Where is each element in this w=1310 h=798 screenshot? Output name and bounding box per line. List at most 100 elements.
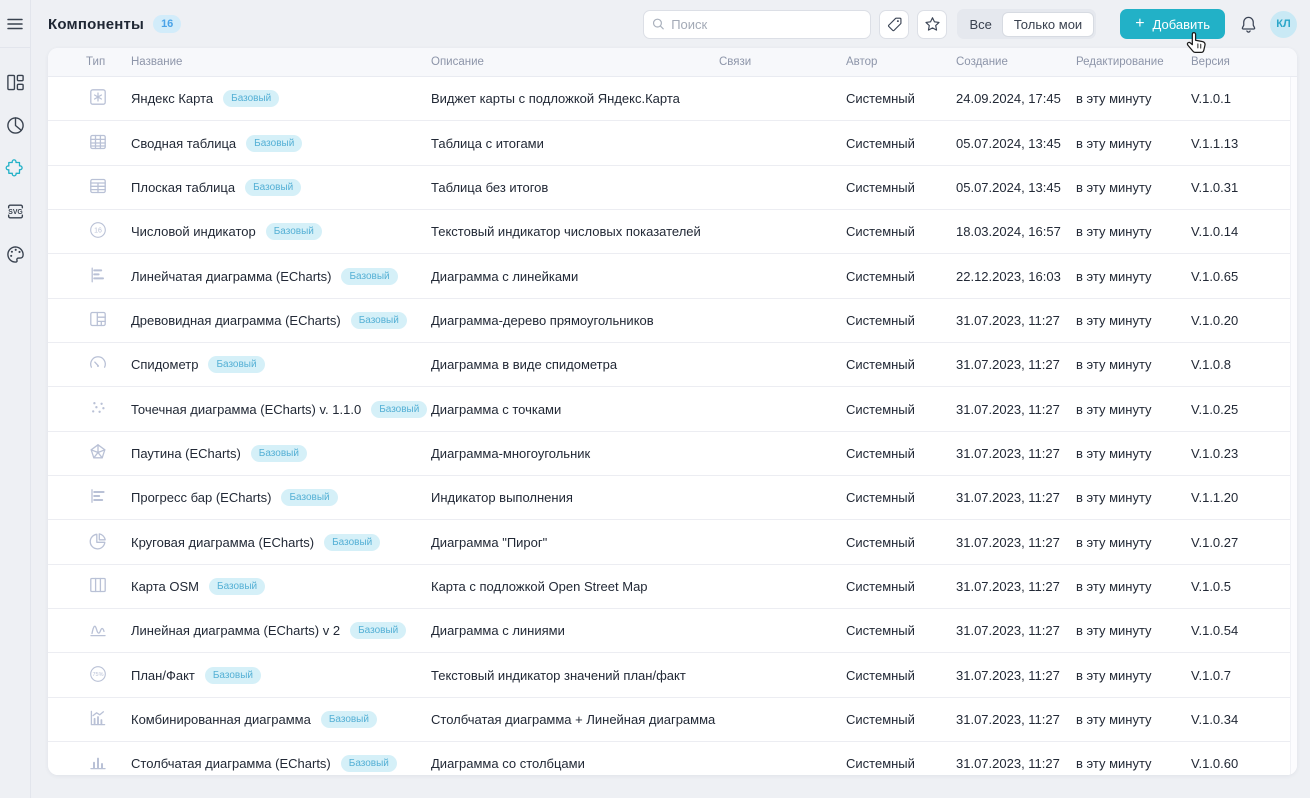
puzzle-icon[interactable] — [4, 157, 26, 179]
sidebar-divider — [0, 47, 31, 48]
component-type-cell — [48, 353, 131, 376]
component-version: V.1.0.60 — [1191, 756, 1297, 771]
table-row[interactable]: Плоская таблицаБазовыйТаблица без итогов… — [48, 166, 1297, 210]
component-badge: Базовый — [341, 268, 397, 285]
table-row[interactable]: Древовидная диаграмма (ECharts)БазовыйДи… — [48, 299, 1297, 343]
table-row[interactable]: Точечная диаграмма (ECharts) v. 1.1.0Баз… — [48, 387, 1297, 431]
component-name: Яндекс Карта — [131, 91, 213, 106]
component-author: Системный — [846, 224, 956, 239]
component-version: V.1.0.25 — [1191, 402, 1297, 417]
component-badge: Базовый — [341, 755, 397, 772]
components-table-card: ТипНазваниеОписаниеСвязиАвторСозданиеРед… — [48, 48, 1297, 775]
add-button-label: Добавить — [1153, 17, 1210, 32]
notifications-button[interactable] — [1239, 15, 1258, 34]
component-description: Текстовый индикатор числовых показателей — [431, 224, 719, 239]
component-type-cell: 75% — [48, 664, 131, 687]
pie-chart-icon[interactable] — [4, 114, 26, 136]
table-row[interactable]: СпидометрБазовыйДиаграмма в виде спидоме… — [48, 343, 1297, 387]
component-version: V.1.0.65 — [1191, 269, 1297, 284]
filter-all-button[interactable]: Все — [959, 13, 1001, 36]
tags-filter-button[interactable] — [879, 10, 909, 39]
table-row[interactable]: Круговая диаграмма (ECharts)БазовыйДиагр… — [48, 520, 1297, 564]
component-created: 31.07.2023, 11:27 — [956, 756, 1076, 771]
component-name: Точечная диаграмма (ECharts) v. 1.1.0 — [131, 402, 361, 417]
search-input[interactable] — [671, 17, 862, 32]
component-name-cell: Линейная диаграмма (ECharts) v 2Базовый — [131, 622, 431, 639]
component-badge: Базовый — [205, 667, 261, 684]
search-icon — [652, 17, 665, 31]
pie-slice-icon — [88, 531, 108, 554]
yandex-map-icon — [88, 87, 108, 110]
component-type-cell — [48, 619, 131, 642]
component-author: Системный — [846, 91, 956, 106]
bar-horizontal-icon — [88, 265, 108, 288]
component-version: V.1.0.31 — [1191, 180, 1297, 195]
component-name: Столбчатая диаграмма (ECharts) — [131, 756, 331, 771]
component-description: Диаграмма-дерево прямоугольников — [431, 313, 719, 328]
table-row[interactable]: Линейная диаграмма (ECharts) v 2БазовыйД… — [48, 609, 1297, 653]
column-header-1: Название — [131, 56, 431, 68]
component-created: 31.07.2023, 11:27 — [956, 712, 1076, 727]
column-header-0: Тип — [48, 56, 131, 68]
table-row[interactable]: 16Числовой индикаторБазовыйТекстовый инд… — [48, 210, 1297, 254]
component-version: V.1.1.13 — [1191, 136, 1297, 151]
component-name: Круговая диаграмма (ECharts) — [131, 535, 314, 550]
table-row[interactable]: 75%План/ФактБазовыйТекстовый индикатор з… — [48, 653, 1297, 697]
component-description: Виджет карты с подложкой Яндекс.Карта — [431, 91, 719, 106]
component-name: Плоская таблица — [131, 180, 235, 195]
column-chart-icon — [88, 752, 108, 775]
menu-toggle-button[interactable] — [6, 13, 24, 35]
component-author: Системный — [846, 136, 956, 151]
combo-chart-icon — [88, 708, 108, 731]
radar-icon — [88, 442, 108, 465]
vertical-scrollbar[interactable] — [1290, 77, 1297, 775]
svg-library-icon[interactable]: SVG — [4, 200, 26, 222]
sidebar: SVG — [0, 0, 31, 798]
plan-fact-icon: 75% — [88, 664, 108, 687]
column-header-2: Описание — [431, 56, 719, 68]
component-edited: в эту минуту — [1076, 180, 1191, 195]
component-badge: Базовый — [266, 223, 322, 240]
component-version: V.1.0.5 — [1191, 579, 1297, 594]
table-row[interactable]: Комбинированная диаграммаБазовыйСтолбчат… — [48, 698, 1297, 742]
component-created: 31.07.2023, 11:27 — [956, 490, 1076, 505]
dashboards-icon[interactable] — [4, 71, 26, 93]
component-version: V.1.1.20 — [1191, 490, 1297, 505]
component-description: Столбчатая диаграмма + Линейная диаграмм… — [431, 712, 719, 727]
table-row[interactable]: Паутина (ECharts)БазовыйДиаграмма-многоу… — [48, 432, 1297, 476]
user-avatar[interactable]: КЛ — [1270, 11, 1297, 38]
topbar: Компоненты 16 — [32, 0, 1310, 48]
component-name: Сводная таблица — [131, 136, 236, 151]
component-created: 24.09.2024, 17:45 — [956, 91, 1076, 106]
hamburger-icon — [6, 15, 24, 33]
table-row[interactable]: Прогресс бар (ECharts)БазовыйИндикатор в… — [48, 476, 1297, 520]
add-button[interactable]: + Добавить — [1120, 9, 1225, 39]
column-header-5: Создание — [956, 56, 1076, 68]
table-row[interactable]: Столбчатая диаграмма (ECharts)БазовыйДиа… — [48, 742, 1297, 775]
component-author: Системный — [846, 402, 956, 417]
component-description: Таблица без итогов — [431, 180, 719, 195]
component-name-cell: СпидометрБазовый — [131, 356, 431, 373]
component-version: V.1.0.8 — [1191, 357, 1297, 372]
table-row[interactable]: Линейчатая диаграмма (ECharts)БазовыйДиа… — [48, 254, 1297, 298]
table-body: Яндекс Карта Базовый Виджет карты с подлож… — [48, 77, 1297, 775]
component-author: Системный — [846, 180, 956, 195]
column-header-6: Редактирование — [1076, 56, 1191, 68]
svg-text:16: 16 — [94, 228, 102, 235]
component-name: Комбинированная диаграмма — [131, 712, 311, 727]
column-header-3: Связи — [719, 56, 846, 68]
component-name: Прогресс бар (ECharts) — [131, 490, 271, 505]
component-name-cell: Карта OSMБазовый — [131, 578, 431, 595]
component-name-cell: Линейчатая диаграмма (ECharts) Базовый — [131, 268, 431, 285]
table-row[interactable]: Сводная таблицаБазовыйТаблица с итогамиС… — [48, 121, 1297, 165]
table-row[interactable]: Яндекс КартаБазовыйВиджет карты с подлож… — [48, 77, 1297, 121]
filter-mine-button[interactable]: Только мои — [1002, 12, 1094, 37]
component-name: Линейчатая диаграмма (ECharts) — [131, 269, 331, 284]
component-edited: в эту минуту — [1076, 269, 1191, 284]
component-description: Таблица с итогами — [431, 136, 719, 151]
favorites-filter-button[interactable] — [917, 10, 947, 39]
palette-icon[interactable] — [4, 243, 26, 265]
table-row[interactable]: Карта OSMБазовыйКарта с подложкой Open S… — [48, 565, 1297, 609]
component-name: Паутина (ECharts) — [131, 446, 241, 461]
search-box[interactable] — [643, 10, 871, 39]
